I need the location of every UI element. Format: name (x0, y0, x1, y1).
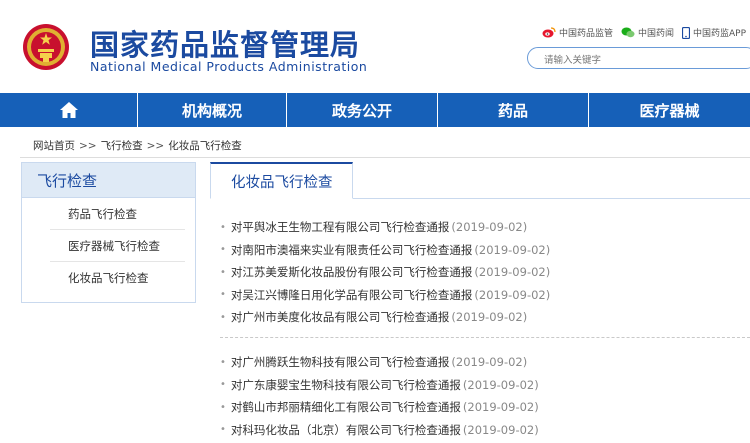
sidebar-item-drug-inspection[interactable]: 药品飞行检查 (22, 198, 195, 230)
bullet-icon: • (220, 244, 226, 256)
article-title[interactable]: 对广州市美度化妆品有限公司飞行检查通报 (231, 309, 450, 325)
article-title[interactable]: 对南阳市澳福来实业有限责任公司飞行检查通报 (231, 242, 473, 258)
sidebar-item-cosmetics-inspection[interactable]: 化妆品飞行检查 (22, 262, 195, 294)
nav-item-medical-devices[interactable]: 医疗器械 (589, 93, 750, 127)
nav-item-institution[interactable]: 机构概况 (138, 93, 287, 127)
article-date: (2019-09-02) (474, 287, 551, 302)
nav-item-drugs[interactable]: 药品 (438, 93, 589, 127)
list-item[interactable]: • 对南阳市澳福来实业有限责任公司飞行检查通报 (2019-09-02) (220, 239, 750, 262)
article-title[interactable]: 对平舆冰王生物工程有限公司飞行检查通报 (231, 219, 450, 235)
article-date: (2019-09-02) (474, 265, 551, 280)
breadcrumb-current[interactable]: 化妆品飞行检查 (168, 140, 242, 152)
article-title[interactable]: 对江苏美爱斯化妆品股份有限公司飞行检查通报 (231, 264, 473, 280)
bullet-icon: • (220, 379, 226, 391)
article-date: (2019-09-02) (451, 220, 528, 235)
article-title[interactable]: 对广州腾跃生物科技有限公司飞行检查通报 (231, 354, 450, 370)
search-box[interactable] (527, 47, 750, 69)
site-header: 国家药品监督管理局 National Medical Products Admi… (0, 0, 750, 93)
article-title[interactable]: 对广东康婴宝生物科技有限公司飞行检查通报 (231, 377, 461, 393)
sidebar: 飞行检查 药品飞行检查 医疗器械飞行检查 化妆品飞行检查 (21, 162, 196, 303)
breadcrumb-divider (20, 157, 750, 158)
bullet-icon: • (220, 401, 226, 413)
breadcrumb-separator: >> (146, 140, 165, 152)
nav-home[interactable] (0, 93, 138, 127)
article-title[interactable]: 对吴江兴博隆日用化学品有限公司飞行检查通报 (231, 287, 473, 303)
article-list-1: • 对平舆冰王生物工程有限公司飞行检查通报 (2019-09-02) • 对南阳市澳福… (220, 216, 750, 329)
bullet-icon: • (220, 289, 226, 301)
main-nav: 机构概况 政务公开 药品 医疗器械 (0, 93, 750, 127)
article-list-2: • 对广州腾跃生物科技有限公司飞行检查通报 (2019-09-02) • 对广东康婴宝… (220, 351, 750, 441)
breadcrumb-flight-inspection[interactable]: 飞行检查 (101, 140, 143, 152)
breadcrumb-home[interactable]: 网站首页 (33, 140, 75, 152)
article-date: (2019-09-02) (462, 422, 539, 437)
list-item[interactable]: • 对广东康婴宝生物科技有限公司飞行检查通报 (2019-09-02) (220, 374, 750, 397)
bullet-icon: • (220, 424, 226, 436)
bullet-icon: • (220, 311, 226, 323)
home-icon (59, 102, 78, 118)
app-link-label: 中国药监APP (692, 29, 746, 39)
list-item[interactable]: • 对吴江兴博隆日用化学品有限公司飞行检查通报 (2019-09-02) (220, 284, 750, 307)
article-date: (2019-09-02) (451, 355, 528, 370)
bullet-icon: • (220, 356, 226, 368)
article-title[interactable]: 对科玛化妆品（北京）有限公司飞行检查通报 (231, 422, 461, 438)
search-input[interactable] (542, 54, 736, 67)
nav-item-government-affairs[interactable]: 政务公开 (287, 93, 438, 127)
breadcrumb-separator: >> (79, 140, 97, 152)
article-date: (2019-09-02) (462, 400, 539, 415)
top-links: 中国药品监管 中国药闻 中国药监APP (542, 26, 746, 39)
wechat-icon (621, 27, 635, 38)
site-title-english: National Medical Products Administration (90, 59, 368, 74)
article-date: (2019-09-02) (474, 242, 551, 257)
weibo-icon (542, 27, 556, 38)
tab-cosmetics-inspection[interactable]: 化妆品飞行检查 (210, 162, 353, 199)
weibo-link-label: 中国药品监管 (558, 29, 613, 39)
article-date: (2019-09-02) (462, 377, 539, 392)
app-link[interactable]: 中国药监APP (681, 26, 746, 39)
phone-icon (681, 26, 690, 39)
bullet-icon: • (220, 221, 226, 233)
wechat-link[interactable]: 中国药闻 (621, 26, 674, 39)
article-title[interactable]: 对鹤山市邦丽精细化工有限公司飞行检查通报 (231, 399, 461, 415)
list-divider (220, 337, 750, 338)
list-item[interactable]: • 对平舆冰王生物工程有限公司飞行检查通报 (2019-09-02) (220, 216, 750, 239)
list-item[interactable]: • 对广州腾跃生物科技有限公司飞行检查通报 (2019-09-02) (220, 351, 750, 374)
list-item[interactable]: • 对江苏美爱斯化妆品股份有限公司飞行检查通报 (2019-09-02) (220, 261, 750, 284)
list-item[interactable]: • 对科玛化妆品（北京）有限公司飞行检查通报 (2019-09-02) (220, 419, 750, 442)
bullet-icon: • (220, 266, 226, 278)
weibo-link[interactable]: 中国药品监管 (542, 26, 613, 39)
article-date: (2019-09-02) (451, 310, 528, 325)
list-item[interactable]: • 对鹤山市邦丽精细化工有限公司飞行检查通报 (2019-09-02) (220, 396, 750, 419)
wechat-link-label: 中国药闻 (637, 29, 674, 39)
sidebar-item-device-inspection[interactable]: 医疗器械飞行检查 (22, 230, 195, 262)
site-title: 国家药品监督管理局 (90, 28, 361, 62)
sidebar-title: 飞行检查 (22, 163, 195, 198)
breadcrumb: 网站首页 >> 飞行检查 >> 化妆品飞行检查 (33, 138, 242, 153)
national-emblem-icon (23, 24, 69, 70)
list-item[interactable]: • 对广州市美度化妆品有限公司飞行检查通报 (2019-09-02) (220, 306, 750, 329)
